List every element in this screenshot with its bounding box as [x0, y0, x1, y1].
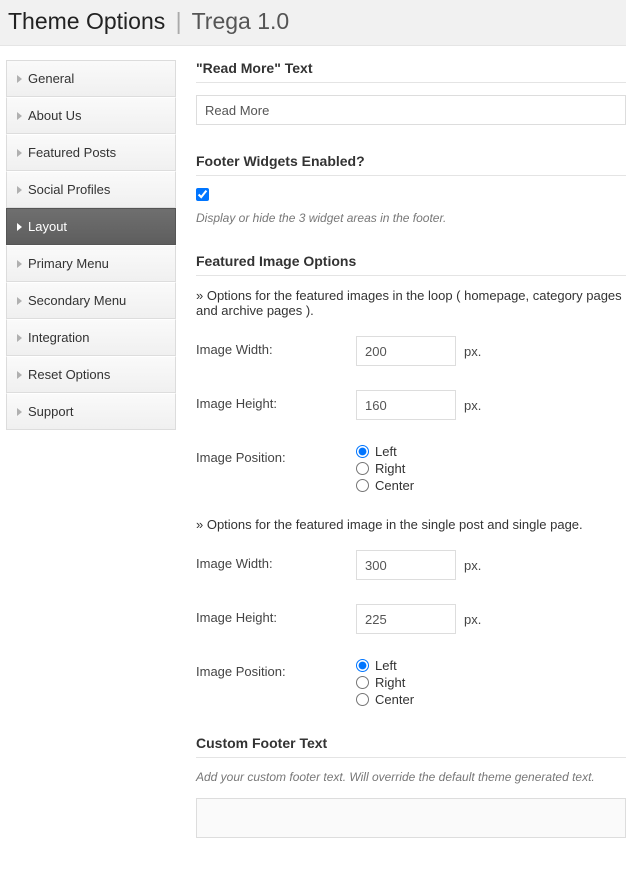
custom-footer-textarea[interactable] [196, 798, 626, 838]
sidebar-item-general[interactable]: General [6, 60, 176, 97]
loop-position-right-option[interactable]: Right [356, 461, 414, 476]
sidebar-item-label: Primary Menu [28, 256, 109, 271]
sidebar-item-label: Secondary Menu [28, 293, 126, 308]
sidebar-item-about-us[interactable]: About Us [6, 97, 176, 134]
chevron-right-icon [17, 408, 22, 416]
loop-note: » Options for the featured images in the… [196, 288, 626, 318]
sidebar-item-label: About Us [28, 108, 81, 123]
page-title: Theme Options | Trega 1.0 [8, 8, 618, 35]
sidebar-item-label: Integration [28, 330, 89, 345]
custom-footer-heading: Custom Footer Text [196, 735, 626, 758]
single-width-row: Image Width: px. [196, 550, 626, 580]
loop-width-row: Image Width: px. [196, 336, 626, 366]
single-note: » Options for the featured image in the … [196, 517, 626, 532]
single-position-right-radio[interactable] [356, 676, 369, 689]
sidebar-item-label: Support [28, 404, 74, 419]
radio-label: Left [375, 444, 397, 459]
custom-footer-section: Custom Footer Text Add your custom foote… [196, 735, 626, 841]
loop-position-center-radio[interactable] [356, 479, 369, 492]
radio-label: Left [375, 658, 397, 673]
radio-label: Center [375, 692, 414, 707]
footer-widgets-heading: Footer Widgets Enabled? [196, 153, 626, 176]
radio-label: Right [375, 675, 405, 690]
loop-position-row: Image Position: Left Right Center [196, 444, 626, 493]
featured-image-section: Featured Image Options » Options for the… [196, 253, 626, 707]
chevron-right-icon [17, 223, 22, 231]
single-height-label: Image Height: [196, 604, 356, 625]
single-width-input[interactable] [356, 550, 456, 580]
loop-width-input[interactable] [356, 336, 456, 366]
title-main: Theme Options [8, 8, 165, 34]
single-position-left-radio[interactable] [356, 659, 369, 672]
single-position-center-radio[interactable] [356, 693, 369, 706]
sidebar-item-label: Reset Options [28, 367, 110, 382]
sidebar-item-integration[interactable]: Integration [6, 319, 176, 356]
sidebar-item-primary-menu[interactable]: Primary Menu [6, 245, 176, 282]
chevron-right-icon [17, 149, 22, 157]
featured-image-heading: Featured Image Options [196, 253, 626, 276]
title-divider: | [176, 8, 182, 34]
loop-width-label: Image Width: [196, 336, 356, 357]
single-position-label: Image Position: [196, 658, 356, 679]
single-position-row: Image Position: Left Right Center [196, 658, 626, 707]
page-header: Theme Options | Trega 1.0 [0, 0, 626, 46]
sidebar-item-label: Social Profiles [28, 182, 110, 197]
single-position-right-option[interactable]: Right [356, 675, 414, 690]
sidebar-item-secondary-menu[interactable]: Secondary Menu [6, 282, 176, 319]
loop-position-right-radio[interactable] [356, 462, 369, 475]
footer-widgets-desc: Display or hide the 3 widget areas in th… [196, 211, 626, 225]
custom-footer-desc: Add your custom footer text. Will overri… [196, 770, 626, 784]
single-width-label: Image Width: [196, 550, 356, 571]
radio-label: Center [375, 478, 414, 493]
read-more-section: "Read More" Text [196, 60, 626, 125]
chevron-right-icon [17, 334, 22, 342]
chevron-right-icon [17, 260, 22, 268]
loop-position-radios: Left Right Center [356, 444, 414, 493]
chevron-right-icon [17, 371, 22, 379]
unit-px: px. [464, 612, 481, 627]
sidebar-item-featured-posts[interactable]: Featured Posts [6, 134, 176, 171]
single-height-input[interactable] [356, 604, 456, 634]
loop-position-left-radio[interactable] [356, 445, 369, 458]
loop-height-label: Image Height: [196, 390, 356, 411]
single-position-radios: Left Right Center [356, 658, 414, 707]
sidebar: General About Us Featured Posts Social Prof… [6, 60, 176, 430]
content-area: "Read More" Text Footer Widgets Enabled?… [176, 60, 626, 869]
unit-px: px. [464, 558, 481, 573]
footer-widgets-checkbox[interactable] [196, 188, 209, 201]
loop-height-row: Image Height: px. [196, 390, 626, 420]
single-height-row: Image Height: px. [196, 604, 626, 634]
unit-px: px. [464, 398, 481, 413]
loop-position-center-option[interactable]: Center [356, 478, 414, 493]
sidebar-item-label: Layout [28, 219, 67, 234]
unit-px: px. [464, 344, 481, 359]
sidebar-item-reset-options[interactable]: Reset Options [6, 356, 176, 393]
footer-widgets-section: Footer Widgets Enabled? Display or hide … [196, 153, 626, 225]
read-more-heading: "Read More" Text [196, 60, 626, 83]
loop-height-input[interactable] [356, 390, 456, 420]
sidebar-item-label: Featured Posts [28, 145, 116, 160]
read-more-input[interactable] [196, 95, 626, 125]
chevron-right-icon [17, 186, 22, 194]
sidebar-item-social-profiles[interactable]: Social Profiles [6, 171, 176, 208]
single-position-left-option[interactable]: Left [356, 658, 414, 673]
loop-position-label: Image Position: [196, 444, 356, 465]
chevron-right-icon [17, 75, 22, 83]
sidebar-item-support[interactable]: Support [6, 393, 176, 430]
chevron-right-icon [17, 112, 22, 120]
theme-name: Trega 1.0 [192, 8, 290, 34]
loop-position-left-option[interactable]: Left [356, 444, 414, 459]
sidebar-item-label: General [28, 71, 74, 86]
radio-label: Right [375, 461, 405, 476]
single-position-center-option[interactable]: Center [356, 692, 414, 707]
sidebar-item-layout[interactable]: Layout [6, 208, 176, 245]
chevron-right-icon [17, 297, 22, 305]
